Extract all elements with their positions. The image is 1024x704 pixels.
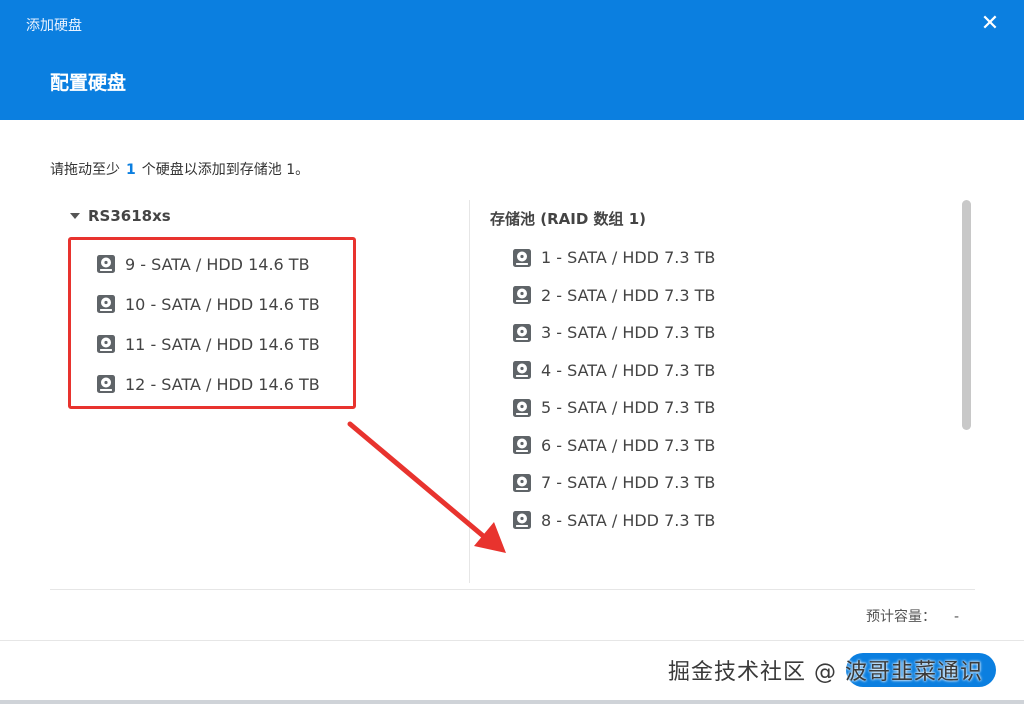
instruction-count: 1	[126, 162, 136, 178]
window-title: 添加硬盘	[26, 18, 82, 34]
disk-label: 1 - SATA / HDD 7.3 TB	[541, 248, 716, 268]
dialog-bottom-edge	[0, 700, 1024, 704]
hard-disk-icon	[513, 323, 531, 342]
device-group-header[interactable]: RS3618xs	[70, 207, 171, 225]
hard-disk-icon	[513, 248, 531, 267]
estimated-capacity: 预计容量： -	[866, 606, 959, 626]
dialog-header: 添加硬盘 ✕ 配置硬盘	[0, 0, 1024, 120]
scrollbar-thumb[interactable]	[962, 200, 971, 430]
capacity-label: 预计容量：	[866, 609, 936, 625]
pool-disk-item[interactable]: 4 - SATA / HDD 7.3 TB	[512, 352, 715, 390]
instruction-suffix: 个硬盘以添加到存储池 1。	[141, 162, 310, 178]
device-name: RS3618xs	[88, 207, 171, 225]
hard-disk-icon	[513, 511, 531, 530]
pool-disk-item[interactable]: 5 - SATA / HDD 7.3 TB	[512, 389, 715, 427]
pool-disk-item[interactable]: 7 - SATA / HDD 7.3 TB	[512, 464, 715, 502]
hard-disk-icon	[513, 473, 531, 492]
storage-pool-pane: 存储池 (RAID 数组 1) 1 - SATA / HDD 7.3 TB 2 -…	[470, 198, 960, 583]
capacity-value: -	[954, 609, 960, 625]
watermark-text: 掘金技术社区 @ 波哥韭菜通识	[668, 660, 983, 685]
caret-down-icon[interactable]	[70, 213, 80, 219]
instruction-prefix: 请拖动至少	[50, 162, 120, 178]
annotation-highlight-box	[68, 237, 356, 409]
disk-label: 2 - SATA / HDD 7.3 TB	[541, 285, 716, 305]
instruction-text: 请拖动至少 1 个硬盘以添加到存储池 1。	[50, 159, 309, 179]
pool-disk-list: 1 - SATA / HDD 7.3 TB 2 - SATA / HDD 7.3 …	[512, 239, 715, 539]
disk-label: 4 - SATA / HDD 7.3 TB	[541, 360, 716, 380]
hard-disk-icon	[513, 361, 531, 380]
disk-label: 6 - SATA / HDD 7.3 TB	[541, 435, 716, 455]
pool-disk-item[interactable]: 1 - SATA / HDD 7.3 TB	[512, 239, 715, 277]
step-title: 配置硬盘	[50, 72, 127, 94]
pool-disk-item[interactable]: 2 - SATA / HDD 7.3 TB	[512, 277, 715, 315]
scrollbar[interactable]	[962, 200, 972, 430]
pool-disk-item[interactable]: 3 - SATA / HDD 7.3 TB	[512, 314, 715, 352]
disk-label: 3 - SATA / HDD 7.3 TB	[541, 323, 716, 343]
storage-pool-title: 存储池 (RAID 数组 1)	[490, 210, 647, 228]
pool-disk-item[interactable]: 8 - SATA / HDD 7.3 TB	[512, 502, 715, 540]
summary-divider	[50, 589, 975, 590]
close-icon[interactable]: ✕	[976, 10, 1004, 38]
hard-disk-icon	[513, 436, 531, 455]
hard-disk-icon	[513, 398, 531, 417]
pool-disk-item[interactable]: 6 - SATA / HDD 7.3 TB	[512, 427, 715, 465]
disk-label: 8 - SATA / HDD 7.3 TB	[541, 510, 716, 530]
hard-disk-icon	[513, 286, 531, 305]
disk-label: 7 - SATA / HDD 7.3 TB	[541, 473, 716, 493]
disk-label: 5 - SATA / HDD 7.3 TB	[541, 398, 716, 418]
